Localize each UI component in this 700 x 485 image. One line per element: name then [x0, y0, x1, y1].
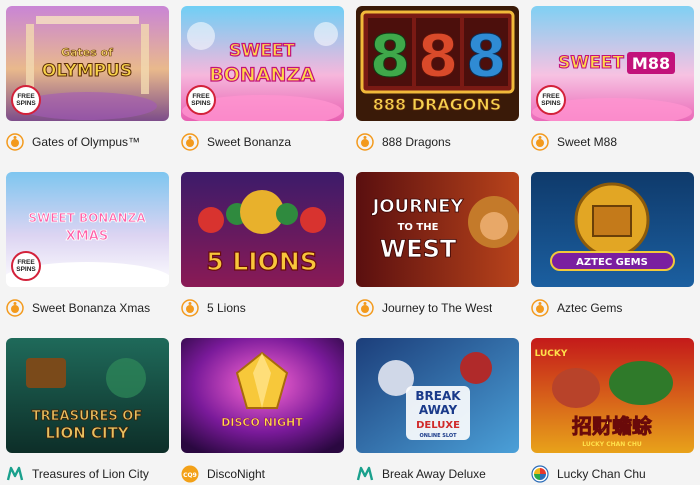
- microgaming-icon: [356, 465, 374, 483]
- svg-text:WEST: WEST: [380, 235, 457, 263]
- pragmatic-play-icon: [6, 133, 24, 151]
- svg-text:BONANZA: BONANZA: [209, 64, 315, 86]
- svg-text:M88: M88: [632, 54, 670, 73]
- game-name[interactable]: Sweet M88: [557, 135, 617, 149]
- svg-text:TO THE: TO THE: [398, 222, 439, 233]
- svg-text:Gates of: Gates of: [61, 46, 113, 59]
- game-grid: Gates of OLYMPUS FREE SPINS Gates of Olym…: [0, 0, 700, 485]
- game-art: 8 8 8 888 DRAGONS: [356, 6, 519, 121]
- svg-text:CQ9: CQ9: [183, 472, 197, 479]
- game-name[interactable]: 888 Dragons: [382, 135, 451, 149]
- svg-text:SWEET: SWEET: [229, 41, 295, 61]
- svg-text:5 LIONS: 5 LIONS: [206, 247, 318, 276]
- free-spins-badge: FREE SPINS: [11, 251, 41, 281]
- pragmatic-play-icon: [181, 299, 199, 317]
- svg-text:8: 8: [370, 22, 410, 90]
- game-name[interactable]: Journey to The West: [382, 301, 492, 315]
- game-name[interactable]: Lucky Chan Chu: [557, 467, 646, 481]
- game-thumbnail-aztec-gems[interactable]: AZTEC GEMS: [531, 172, 694, 287]
- game-art: LUCKY 招财蟾蜍 LUCKY CHAN CHU: [531, 338, 694, 453]
- game-thumbnail-sweet-m88[interactable]: SWEET M88 FREE SPINS: [531, 6, 694, 121]
- svg-text:OLYMPUS: OLYMPUS: [42, 61, 132, 81]
- pragmatic-play-icon: [531, 299, 549, 317]
- game-name[interactable]: Aztec Gems: [557, 301, 622, 315]
- free-spins-badge: FREE SPINS: [536, 85, 566, 115]
- game-thumbnail-888-dragons[interactable]: 8 8 8 888 DRAGONS: [356, 6, 519, 121]
- game-art: AZTEC GEMS: [531, 172, 694, 287]
- game-art: 5 LIONS: [181, 172, 344, 287]
- game-thumbnail-sweet-bonanza[interactable]: SWEET BONANZA FREE SPINS: [181, 6, 344, 121]
- game-thumbnail-treasures-of-lion-city[interactable]: TREASURES OF LION CITY: [6, 338, 169, 453]
- svg-text:SWEET: SWEET: [558, 53, 624, 73]
- game-thumbnail-5-lions[interactable]: 5 LIONS: [181, 172, 344, 287]
- svg-text:8: 8: [418, 22, 458, 90]
- svg-text:AZTEC GEMS: AZTEC GEMS: [576, 257, 648, 268]
- svg-text:SWEET BONANZA: SWEET BONANZA: [28, 211, 146, 225]
- game-thumbnail-break-away-deluxe[interactable]: BREAK AWAY DELUXE ONLINE SLOT: [356, 338, 519, 453]
- svg-text:DELUXE: DELUXE: [416, 420, 460, 431]
- svg-text:TREASURES OF: TREASURES OF: [32, 409, 142, 424]
- game-name[interactable]: DiscoNight: [207, 467, 265, 481]
- pragmatic-play-icon: [356, 133, 374, 151]
- cq9-icon: CQ9: [181, 465, 199, 483]
- game-name[interactable]: Treasures of Lion City: [32, 467, 149, 481]
- pragmatic-play-icon: [531, 133, 549, 151]
- svg-text:AWAY: AWAY: [419, 403, 458, 417]
- svg-text:LUCKY: LUCKY: [535, 349, 568, 359]
- game-thumbnail-sweet-bonanza-xmas[interactable]: SWEET BONANZA XMAS FREE SPINS: [6, 172, 169, 287]
- game-art: TREASURES OF LION CITY: [6, 338, 169, 453]
- game-name[interactable]: Sweet Bonanza: [207, 135, 291, 149]
- svg-text:ONLINE SLOT: ONLINE SLOT: [419, 433, 457, 439]
- svg-text:BREAK: BREAK: [415, 389, 461, 403]
- svg-text:XMAS: XMAS: [66, 229, 108, 244]
- svg-text:8: 8: [466, 22, 506, 90]
- game-art: BREAK AWAY DELUXE ONLINE SLOT: [356, 338, 519, 453]
- spadegaming-icon: [531, 465, 549, 483]
- game-name[interactable]: 5 Lions: [207, 301, 246, 315]
- microgaming-icon: [6, 465, 24, 483]
- game-thumbnail-disconight[interactable]: DISCO NIGHT: [181, 338, 344, 453]
- game-thumbnail-gates-of-olympus[interactable]: Gates of OLYMPUS FREE SPINS: [6, 6, 169, 121]
- pragmatic-play-icon: [181, 133, 199, 151]
- game-art: DISCO NIGHT: [181, 338, 344, 453]
- free-spins-badge: FREE SPINS: [11, 85, 41, 115]
- game-name[interactable]: Break Away Deluxe: [382, 467, 486, 481]
- pragmatic-play-icon: [6, 299, 24, 317]
- game-name[interactable]: Gates of Olympus™: [32, 135, 140, 149]
- game-name[interactable]: Sweet Bonanza Xmas: [32, 301, 150, 315]
- pragmatic-play-icon: [356, 299, 374, 317]
- free-spins-badge: FREE SPINS: [186, 85, 216, 115]
- svg-text:招财蟾蜍: 招财蟾蜍: [572, 414, 652, 438]
- svg-text:LION CITY: LION CITY: [45, 424, 129, 442]
- svg-text:888 DRAGONS: 888 DRAGONS: [373, 95, 502, 114]
- game-art: JOURNEY TO THE WEST: [356, 172, 519, 287]
- game-thumbnail-journey-to-the-west[interactable]: JOURNEY TO THE WEST: [356, 172, 519, 287]
- svg-text:DISCO NIGHT: DISCO NIGHT: [221, 416, 303, 429]
- svg-text:LUCKY CHAN CHU: LUCKY CHAN CHU: [582, 441, 642, 448]
- game-thumbnail-lucky-chan-chu[interactable]: LUCKY 招财蟾蜍 LUCKY CHAN CHU: [531, 338, 694, 453]
- svg-text:JOURNEY: JOURNEY: [371, 196, 465, 217]
